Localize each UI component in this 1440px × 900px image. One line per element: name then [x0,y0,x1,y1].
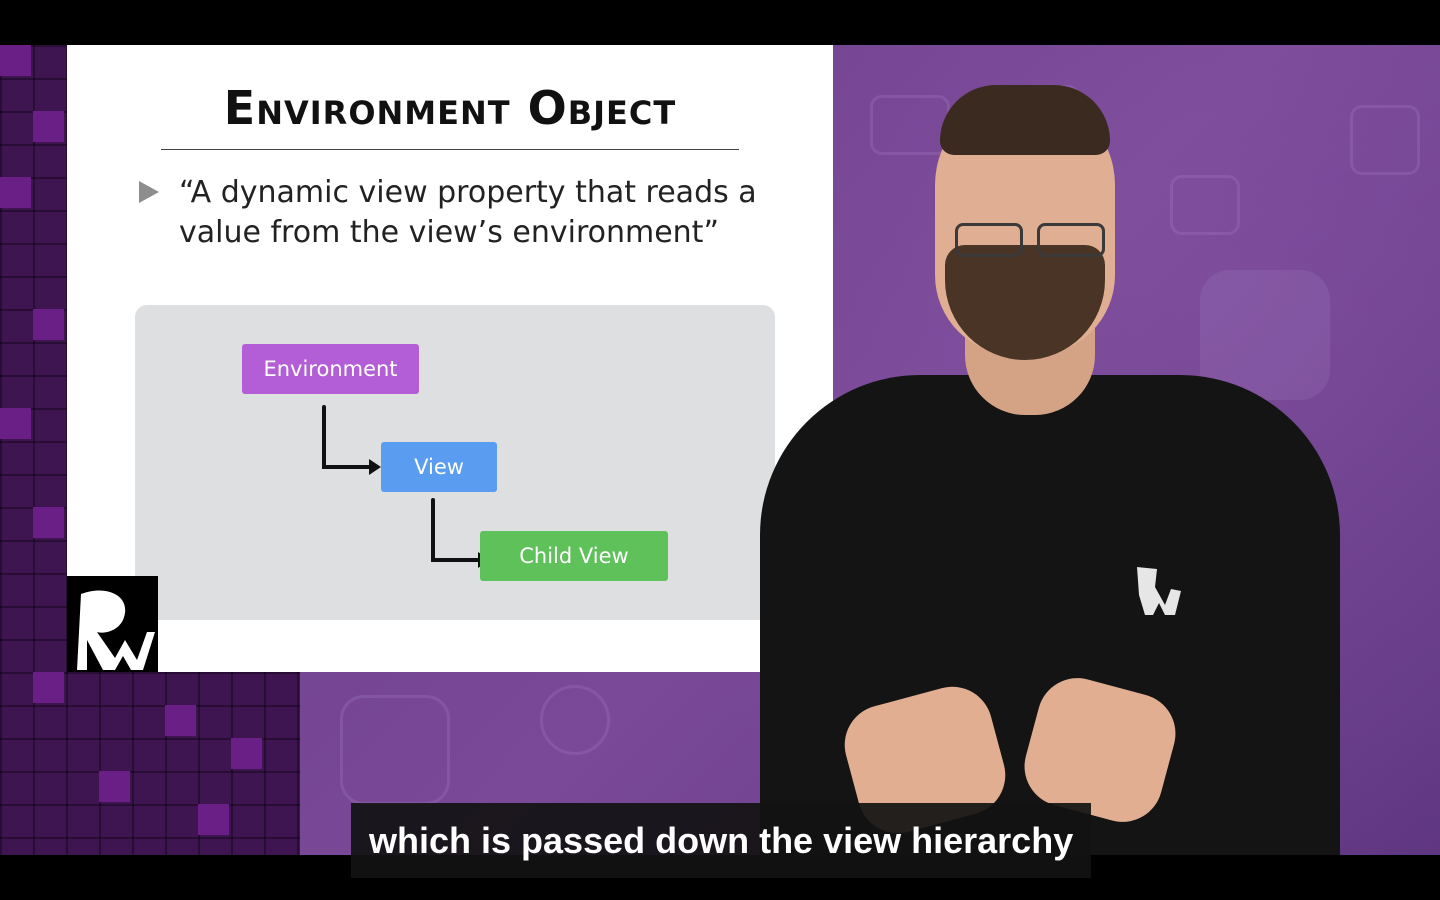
background-icon [340,695,450,805]
presenter-hair [940,85,1110,155]
presenter [740,75,1340,855]
background-tile [33,672,64,703]
glasses-lens [1037,223,1105,257]
triangle-bullet-icon [139,181,159,203]
background-icon [1350,105,1420,175]
background-tile [0,177,31,208]
title-divider [161,149,739,150]
video-frame-content: Environment Object “A dynamic view prope… [0,45,1440,855]
background-tile [0,45,31,76]
background-tile [33,111,64,142]
presentation-slide: Environment Object “A dynamic view prope… [67,45,833,672]
background-tile [165,705,196,736]
background-tile [33,309,64,340]
video-player[interactable]: Environment Object “A dynamic view prope… [0,0,1440,900]
elbow-arrow-icon [322,405,381,475]
subtitle-caption: which is passed down the view hierarchy [351,803,1092,878]
diagram-node-child-view: Child View [480,531,668,581]
background-tile [198,804,229,835]
rw-logo-icon [67,576,158,672]
rw-logo-icon [1137,567,1181,615]
background-icon [540,685,610,755]
bullet-text: “A dynamic view property that reads a va… [179,175,757,250]
background-tile [0,408,31,439]
background-tile [231,738,262,769]
presenter-glasses [945,223,1110,259]
background-tile [33,507,64,538]
glasses-lens [955,223,1023,257]
diagram-node-view: View [381,442,497,492]
hierarchy-diagram: Environment View Child View [135,305,775,620]
slide-title: Environment Object [223,81,677,135]
diagram-node-environment: Environment [242,344,419,394]
background-tile [99,771,130,802]
